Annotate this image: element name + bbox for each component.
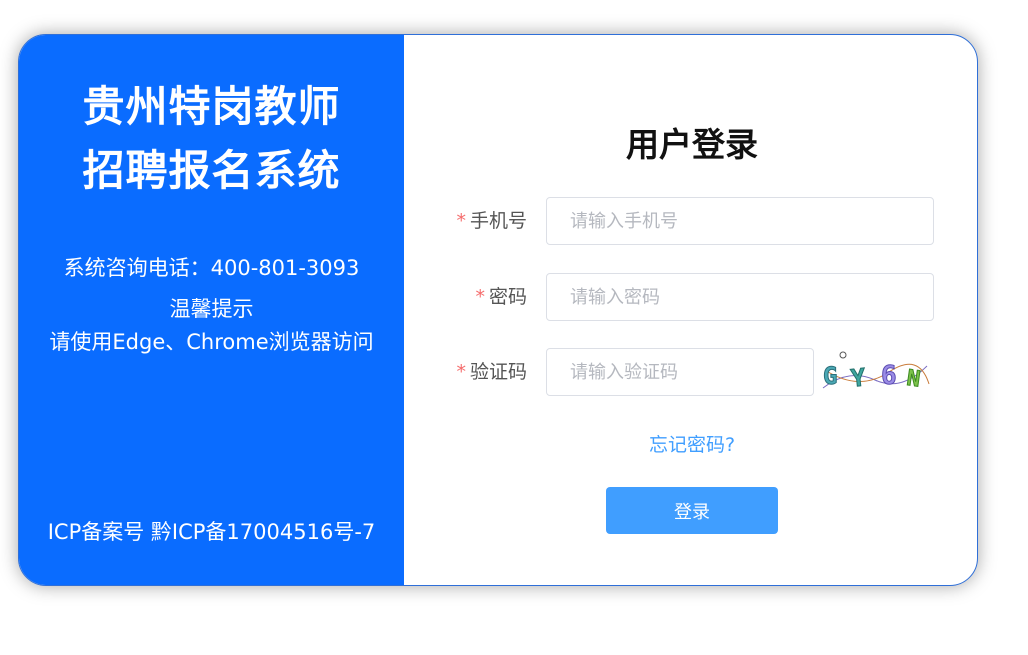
captcha-label-text: 验证码 [469,361,527,383]
phone-input[interactable] [546,197,934,245]
hotline-text: 系统咨询电话：400-801-3093 [63,256,360,280]
password-row: * 密码 [404,273,977,321]
captcha-char: 6 [881,361,897,391]
tips-title: 温馨提示 [169,297,254,321]
phone-label-text: 手机号 [469,210,527,232]
password-label-text: 密码 [488,286,527,308]
required-mark: * [456,361,466,383]
system-title: 贵州特岗教师 招聘报名系统 [19,75,404,203]
phone-row: * 手机号 [404,197,977,245]
system-title-line2: 招聘报名系统 [82,146,341,195]
phone-label: * 手机号 [456,197,527,245]
login-card: 贵州特岗教师 招聘报名系统 系统咨询电话：400-801-3093 温馨提示 请… [18,34,978,586]
login-panel: 用户登录 *手机号 *密码 *验证码 G Y 6 [404,35,977,585]
system-title-line1: 贵州特岗教师 [82,82,341,131]
brand-panel: 贵州特岗教师 招聘报名系统 系统咨询电话：400-801-3093 温馨提示 请… [19,35,404,585]
captcha-char: N [905,366,922,393]
captcha-label: * 验证码 [456,348,527,396]
forgot-password-link[interactable]: 忘记密码? [404,429,977,461]
captcha-input[interactable] [546,348,814,396]
password-label: * 密码 [475,273,527,321]
required-mark: * [475,286,485,308]
captcha-row: *验证码 G Y 6 N [404,348,977,396]
password-input[interactable] [546,273,934,321]
login-title: 用户登录 [626,125,758,164]
required-mark: * [456,210,466,232]
captcha-char: G [823,362,837,390]
icp-record: ICP备案号 黔ICP备17004516号-7 [47,520,376,544]
captcha-image[interactable]: G Y 6 N [819,348,931,396]
captcha-char: Y [850,363,868,392]
tips-text: 请使用Edge、Chrome浏览器访问 [49,330,374,354]
login-button[interactable]: 登录 [606,487,778,534]
